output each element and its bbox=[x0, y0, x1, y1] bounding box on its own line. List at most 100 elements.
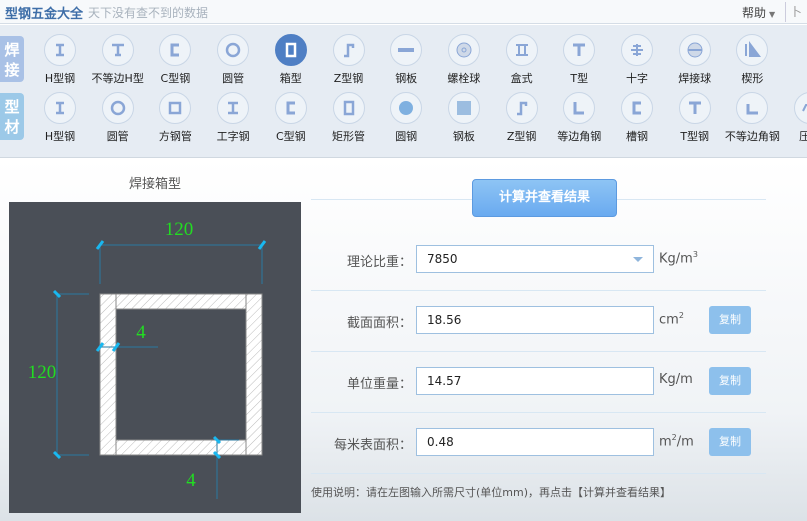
tool-label: C型钢 bbox=[160, 72, 191, 85]
width-dimension[interactable]: 120 bbox=[165, 219, 194, 240]
app-slogan: 天下没有查不到的数据 bbox=[88, 6, 209, 20]
drawing-title: 焊接箱型 bbox=[128, 177, 181, 192]
tool-profiles-10[interactable]: 槽钢 bbox=[608, 92, 666, 144]
rect-tube-icon bbox=[332, 92, 365, 124]
welded-ball-icon bbox=[678, 34, 711, 66]
box-section-drawing: 120 120 4 4 bbox=[9, 202, 301, 513]
tool-profiles-1[interactable]: 圆管 bbox=[89, 92, 147, 144]
tool-welded-0[interactable]: H型钢 bbox=[31, 34, 89, 86]
h-beam-icon bbox=[44, 34, 76, 66]
tool-profiles-2[interactable]: 方钢管 bbox=[146, 92, 204, 144]
tool-label: H型钢 bbox=[44, 72, 76, 85]
tool-welded-9[interactable]: T型 bbox=[550, 34, 608, 86]
tool-label: 不等边角钢 bbox=[724, 130, 780, 143]
area-field[interactable]: 18.56 bbox=[416, 306, 654, 334]
tool-label: 钢板 bbox=[395, 72, 418, 85]
tool-welded-12[interactable]: 楔形 bbox=[723, 34, 781, 86]
top-flange bbox=[115, 293, 247, 310]
tool-profiles-5[interactable]: 矩形管 bbox=[320, 92, 378, 144]
tool-profiles-11[interactable]: T型钢 bbox=[666, 92, 724, 144]
tool-label: H型钢 bbox=[44, 130, 76, 143]
help-label: 帮助 bbox=[742, 6, 767, 20]
tool-welded-10[interactable]: 十字 bbox=[608, 34, 666, 86]
divider bbox=[311, 290, 766, 291]
height-dimension[interactable]: 120 bbox=[28, 362, 57, 383]
plate-icon bbox=[390, 34, 423, 66]
channel-icon bbox=[621, 92, 653, 124]
tool-label: 等边角钢 bbox=[557, 130, 602, 143]
flange-thickness-dimension[interactable]: 4 bbox=[186, 470, 196, 491]
unequal-h-icon bbox=[101, 34, 134, 66]
help-menu[interactable]: 帮助 ▼ bbox=[742, 4, 775, 21]
tool-profiles-12[interactable]: 不等边角钢 bbox=[723, 92, 781, 144]
tab-welded-label: 焊接 bbox=[4, 41, 20, 79]
c-channel-icon bbox=[274, 92, 307, 124]
tool-label: 焊接球 bbox=[678, 72, 712, 85]
copy-area-button[interactable]: 复制 bbox=[709, 306, 751, 334]
density-label: 理论比重： bbox=[346, 255, 412, 270]
area-unit-text: cm bbox=[659, 312, 679, 328]
tool-label: Z型钢 bbox=[333, 72, 364, 85]
density-select[interactable]: 7850 bbox=[416, 245, 654, 273]
tool-welded-3[interactable]: 圆管 bbox=[204, 34, 262, 86]
copy-weight-button[interactable]: 复制 bbox=[709, 367, 751, 395]
copy-surface-button[interactable]: 复制 bbox=[709, 428, 751, 456]
density-unit-sup: 3 bbox=[692, 250, 698, 259]
density-value: 7850 bbox=[427, 252, 458, 266]
tool-label: 箱型 bbox=[279, 72, 302, 85]
z-section-icon bbox=[505, 92, 538, 124]
calculate-button[interactable]: 计算并查看结果 bbox=[472, 179, 617, 217]
round-pipe-icon bbox=[217, 34, 250, 66]
tool-welded-6[interactable]: 钢板 bbox=[377, 34, 435, 86]
toolbar: 焊接 型材 H型钢 不等边H型 C型钢 圆管 箱型 Z型钢 钢板 螺栓球 盒式 T型 十字 焊接球 楔形… bbox=[0, 25, 807, 158]
unequal-angle-icon bbox=[736, 92, 769, 124]
tool-label: Z型钢 bbox=[506, 130, 537, 143]
more-button[interactable]: 卜 bbox=[790, 3, 802, 20]
tab-profiles[interactable]: 型材 bbox=[0, 93, 24, 140]
tool-welded-4[interactable]: 箱型 bbox=[262, 34, 320, 86]
density-unit-text: Kg/m bbox=[659, 251, 693, 267]
tool-profiles-9[interactable]: 等边角钢 bbox=[550, 92, 608, 144]
tool-label: 圆管 bbox=[222, 72, 245, 85]
bolt-ball-icon bbox=[447, 34, 480, 66]
tool-welded-5[interactable]: Z型钢 bbox=[320, 34, 378, 86]
h-beam-icon bbox=[44, 92, 76, 124]
main-panel: 焊接箱型 120 120 4 4 计算并查看结果 理论比重： 7850 Kg/m… bbox=[0, 159, 807, 521]
tool-welded-11[interactable]: 焊接球 bbox=[666, 34, 724, 86]
tool-profiles-4[interactable]: C型钢 bbox=[262, 92, 320, 144]
area-unit: cm2 bbox=[659, 311, 684, 327]
tool-profiles-6[interactable]: 圆钢 bbox=[377, 92, 435, 144]
box-type-icon bbox=[505, 34, 538, 66]
tool-label: C型钢 bbox=[275, 130, 306, 143]
tool-profiles-8[interactable]: Z型钢 bbox=[493, 92, 551, 144]
round-pipe-icon bbox=[101, 92, 134, 124]
tool-label: 压型 bbox=[799, 130, 807, 143]
tool-profiles-3[interactable]: 工字钢 bbox=[204, 92, 262, 144]
tool-label: 工字钢 bbox=[216, 130, 250, 143]
tool-label: 楔形 bbox=[741, 72, 764, 85]
tool-label: 螺栓球 bbox=[447, 72, 481, 85]
tool-profiles-7[interactable]: 钢板 bbox=[435, 92, 493, 144]
surface-field[interactable]: 0.48 bbox=[416, 428, 654, 456]
tool-profiles-13[interactable]: 压型 bbox=[781, 92, 807, 144]
chevron-down-icon: ▼ bbox=[769, 10, 776, 19]
cross-icon bbox=[621, 34, 653, 66]
divider bbox=[311, 412, 766, 413]
web-thickness-dimension[interactable]: 4 bbox=[136, 322, 146, 343]
left-web bbox=[99, 293, 117, 456]
tool-label: 圆管 bbox=[106, 130, 129, 143]
tool-welded-1[interactable]: 不等边H型 bbox=[89, 34, 147, 86]
tool-welded-8[interactable]: 盒式 bbox=[493, 34, 551, 86]
app-title: 型钢五金大全 bbox=[5, 7, 84, 22]
tool-welded-2[interactable]: C型钢 bbox=[146, 34, 204, 86]
area-unit-sup: 2 bbox=[678, 311, 684, 320]
weight-field[interactable]: 14.57 bbox=[416, 367, 654, 395]
t-section-icon bbox=[678, 92, 711, 124]
tool-welded-7[interactable]: 螺栓球 bbox=[435, 34, 493, 86]
divider bbox=[785, 2, 786, 22]
usage-hint: 使用说明：请在左图输入所需尺寸(单位mm)，再点击【计算并查看结果】 bbox=[311, 486, 672, 499]
divider bbox=[311, 473, 766, 474]
tab-welded[interactable]: 焊接 bbox=[0, 36, 24, 82]
tool-profiles-0[interactable]: H型钢 bbox=[31, 92, 89, 144]
surface-label: 每米表面积： bbox=[333, 438, 412, 453]
